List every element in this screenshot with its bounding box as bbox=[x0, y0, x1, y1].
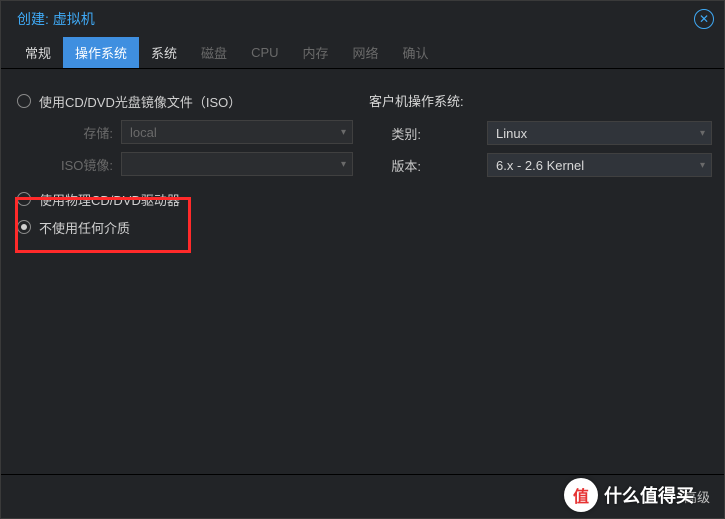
category-label: 类别: bbox=[369, 124, 429, 143]
version-value: 6.x - 2.6 Kernel bbox=[496, 158, 584, 173]
chevron-down-icon: ▾ bbox=[341, 159, 346, 170]
chevron-down-icon: ▾ bbox=[700, 128, 705, 139]
storage-value: local bbox=[130, 125, 157, 140]
guest-os-header: 客户机操作系统: bbox=[369, 87, 712, 116]
chevron-down-icon: ▾ bbox=[341, 127, 346, 138]
advanced-label[interactable]: 高级 bbox=[684, 487, 710, 506]
media-column: 使用CD/DVD光盘镜像文件（ISO） 存储: local ▾ ISO镜像: ▾… bbox=[13, 87, 353, 474]
guest-os-column: 客户机操作系统: 类别: Linux ▾ 版本: 6.x - 2.6 Kerne… bbox=[353, 87, 712, 474]
opt-use-iso-label: 使用CD/DVD光盘镜像文件（ISO） bbox=[39, 92, 241, 111]
iso-label: ISO镜像: bbox=[13, 155, 121, 174]
dialog-title: 创建: 虚拟机 bbox=[17, 9, 95, 29]
iso-select: ▾ bbox=[121, 152, 353, 176]
category-value: Linux bbox=[496, 126, 527, 141]
footer-bar: 高级 bbox=[1, 474, 724, 518]
close-icon[interactable]: ✕ bbox=[694, 9, 714, 29]
opt-use-iso[interactable]: 使用CD/DVD光盘镜像文件（ISO） bbox=[13, 87, 353, 115]
chevron-down-icon: ▾ bbox=[700, 160, 705, 171]
title-bar: 创建: 虚拟机 ✕ bbox=[1, 1, 724, 37]
tab-bar: 常规 操作系统 系统 磁盘 CPU 内存 网络 确认 bbox=[1, 37, 724, 69]
opt-physical-label: 使用物理CD/DVD驱动器 bbox=[39, 190, 180, 209]
category-select[interactable]: Linux ▾ bbox=[487, 121, 712, 145]
tab-content: 使用CD/DVD光盘镜像文件（ISO） 存储: local ▾ ISO镜像: ▾… bbox=[1, 69, 724, 474]
tab-disk: 磁盘 bbox=[189, 37, 239, 68]
opt-physical[interactable]: 使用物理CD/DVD驱动器 bbox=[13, 185, 353, 213]
tab-confirm: 确认 bbox=[391, 37, 441, 68]
opt-nomedia[interactable]: 不使用任何介质 bbox=[13, 213, 353, 241]
tab-os[interactable]: 操作系统 bbox=[63, 37, 139, 68]
tab-general[interactable]: 常规 bbox=[13, 37, 63, 68]
version-select[interactable]: 6.x - 2.6 Kernel ▾ bbox=[487, 153, 712, 177]
version-label: 版本: bbox=[369, 156, 429, 175]
storage-select: local ▾ bbox=[121, 120, 353, 144]
radio-icon bbox=[17, 192, 31, 206]
tab-memory: 内存 bbox=[291, 37, 341, 68]
radio-icon bbox=[17, 220, 31, 234]
radio-icon bbox=[17, 94, 31, 108]
tab-network: 网络 bbox=[341, 37, 391, 68]
tab-cpu: CPU bbox=[239, 37, 290, 68]
opt-nomedia-label: 不使用任何介质 bbox=[39, 218, 130, 237]
tab-system[interactable]: 系统 bbox=[139, 37, 189, 68]
storage-label: 存储: bbox=[13, 123, 121, 142]
